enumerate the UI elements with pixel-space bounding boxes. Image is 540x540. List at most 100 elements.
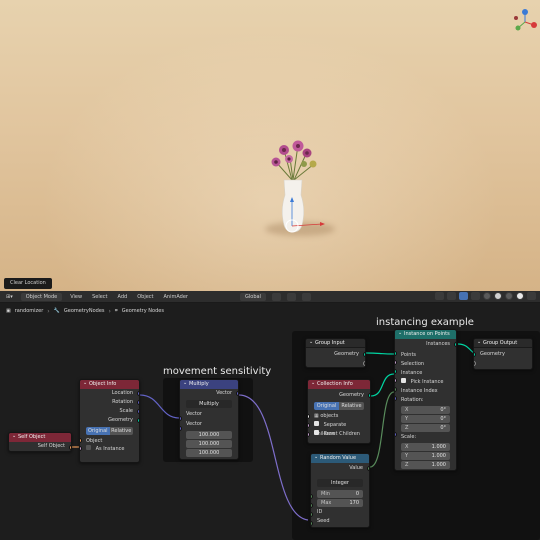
transform-space-toggle[interactable]: Original Relative <box>314 402 364 410</box>
menu-addon[interactable]: AnimAder <box>162 292 191 302</box>
mode-relative[interactable]: Relative <box>339 402 364 410</box>
last-operator-panel[interactable]: Clear Location <box>4 278 52 289</box>
menu-select[interactable]: Select <box>90 292 109 302</box>
node-header[interactable]: Collection Info <box>308 380 370 389</box>
object-input-socket[interactable] <box>80 438 82 443</box>
vector-x-field[interactable]: 100.000 <box>186 431 232 439</box>
socket-label: Object <box>86 438 103 444</box>
node-group-input[interactable]: Group Input Geometry <box>305 338 366 368</box>
vector-input-socket[interactable] <box>180 426 182 431</box>
collection-input-socket[interactable] <box>308 414 310 419</box>
bool-input-socket[interactable] <box>308 432 310 437</box>
mode-original[interactable]: Original <box>314 402 339 410</box>
node-instance-on-points[interactable]: Instance on Points Instances Points Sele… <box>394 329 457 471</box>
rotation-output-socket[interactable] <box>137 400 139 405</box>
mode-original[interactable]: Original <box>86 427 110 435</box>
node-header[interactable]: Self Object <box>9 433 71 442</box>
geometry-output-socket[interactable] <box>368 393 370 398</box>
vector-y-field[interactable]: 100.000 <box>186 440 232 448</box>
breadcrumb-modifier[interactable]: GeometryNodes <box>64 308 105 314</box>
shading-wireframe-icon[interactable] <box>483 292 491 300</box>
bool-input-socket[interactable] <box>308 423 310 428</box>
scale-z-value: 1.000 <box>431 462 446 468</box>
min-field[interactable]: Min 0 <box>317 490 363 498</box>
node-random-value[interactable]: Random Value Value Integer Min 0 Max 170… <box>310 453 370 528</box>
menu-view[interactable]: View <box>68 292 84 302</box>
node-vector-multiply[interactable]: Multiply Vector Multiply Vector Vector 1… <box>179 379 239 460</box>
axis-label: Z <box>405 462 409 468</box>
node-collection-info[interactable]: Collection Info Geometry Original Relati… <box>307 379 371 444</box>
gizmo-toggle-icon[interactable] <box>447 292 456 300</box>
as-instance-checkbox[interactable] <box>86 445 91 450</box>
vector-z-field[interactable]: 100.000 <box>186 449 232 457</box>
geometry-output-socket[interactable] <box>137 418 139 423</box>
shading-material-icon[interactable] <box>505 292 513 300</box>
geometry-output-socket[interactable] <box>363 352 365 357</box>
scale-x-field[interactable]: X 1.000 <box>401 443 450 451</box>
navigation-gizmo[interactable] <box>512 8 538 36</box>
overlay-icon[interactable] <box>459 292 468 300</box>
rotation-x-field[interactable]: X 0° <box>401 406 450 414</box>
node-header[interactable]: Random Value <box>311 454 369 463</box>
visibility-icon[interactable] <box>435 292 444 300</box>
rotation-y-field[interactable]: Y 0° <box>401 415 450 423</box>
node-header[interactable]: Object Info <box>80 380 139 389</box>
node-header[interactable]: Instance on Points <box>395 330 456 339</box>
3d-viewport[interactable]: Clear Location <box>0 0 540 291</box>
orientation-dropdown[interactable]: Global <box>240 292 266 301</box>
shading-solid-icon[interactable] <box>494 292 502 300</box>
max-value: 170 <box>349 500 359 506</box>
bool-input-socket[interactable] <box>80 446 82 451</box>
node-group-output[interactable]: Group Output Geometry <box>473 338 533 370</box>
max-field[interactable]: Max 170 <box>317 499 363 507</box>
value-output-socket[interactable] <box>367 466 369 471</box>
socket-label: Geometry <box>80 416 139 425</box>
rotation-z-field[interactable]: Z 0° <box>401 424 450 432</box>
snap-icon[interactable] <box>286 292 296 301</box>
node-header[interactable]: Group Input <box>306 339 365 348</box>
proportional-edit-icon[interactable] <box>301 292 311 301</box>
mode-dropdown[interactable]: Object Mode <box>20 292 63 301</box>
socket-label: Points <box>401 352 417 358</box>
node-self-object[interactable]: Self Object Self Object <box>8 432 72 452</box>
socket-label: Selection <box>401 361 425 367</box>
scale-z-field[interactable]: Z 1.000 <box>401 461 450 469</box>
breadcrumb-object[interactable]: randomizer <box>15 308 44 314</box>
scale-y-field[interactable]: Y 1.000 <box>401 452 450 460</box>
shading-options-icon[interactable] <box>527 292 536 300</box>
empty-socket[interactable] <box>474 361 476 366</box>
object-output-socket[interactable] <box>69 445 71 450</box>
location-output-socket[interactable] <box>137 391 139 396</box>
instances-output-socket[interactable] <box>454 342 456 347</box>
flower-vase[interactable] <box>262 140 342 250</box>
data-type-dropdown[interactable]: Integer <box>317 479 363 487</box>
operation-dropdown[interactable]: Multiply <box>186 400 232 408</box>
scale-y-value: 1.000 <box>431 453 446 459</box>
pick-instance-checkbox[interactable] <box>401 378 406 383</box>
xray-icon[interactable] <box>471 292 480 300</box>
orientation-label: Global <box>245 293 261 300</box>
menu-object[interactable]: Object <box>135 292 155 302</box>
node-header[interactable]: Group Output <box>474 339 532 348</box>
socket-label: Geometry <box>308 391 370 400</box>
separate-children-checkbox[interactable] <box>314 421 319 426</box>
transform-space-toggle[interactable]: Original Relative <box>86 427 133 435</box>
min-input-socket[interactable] <box>311 494 313 499</box>
vector-output-socket[interactable] <box>236 391 238 396</box>
editor-type-icon[interactable]: ⊞▾ <box>4 292 15 302</box>
breadcrumb-node-tree[interactable]: Geometry Nodes <box>122 308 164 314</box>
as-instance-row: As Instance <box>80 445 139 453</box>
node-header[interactable]: Multiply <box>180 380 238 389</box>
node-object-info[interactable]: Object Info Location Rotation Scale Geom… <box>79 379 140 463</box>
data-type-label: Integer <box>331 480 349 486</box>
empty-socket[interactable] <box>363 361 365 366</box>
mode-relative[interactable]: Relative <box>109 427 133 435</box>
menu-add[interactable]: Add <box>116 292 130 302</box>
pivot-icon[interactable] <box>271 292 281 301</box>
scale-output-socket[interactable] <box>137 409 139 414</box>
shading-rendered-icon[interactable] <box>516 292 524 300</box>
collection-value[interactable]: objects <box>320 413 338 419</box>
reset-children-checkbox[interactable] <box>314 430 319 435</box>
socket-label: Vector <box>186 411 202 417</box>
collection-row: ▦ objects <box>308 412 370 421</box>
